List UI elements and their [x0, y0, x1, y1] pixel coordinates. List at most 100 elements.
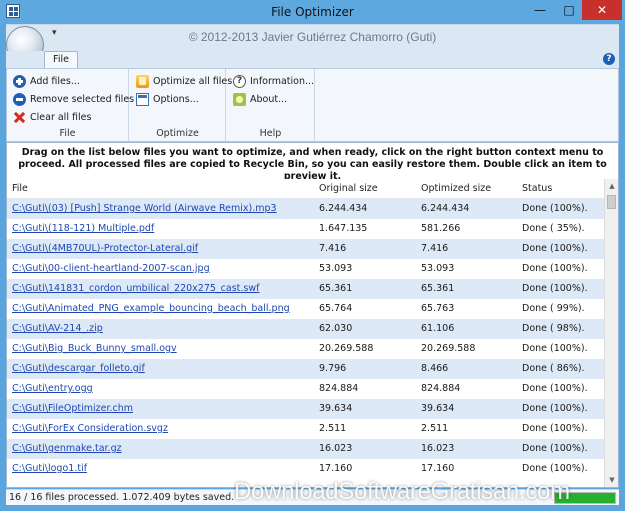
scroll-thumb[interactable] — [607, 195, 616, 209]
table-header: File Original size Optimized size Status — [7, 179, 604, 199]
status-cell: Done ( 86%). — [522, 363, 585, 374]
file-path-link[interactable]: C:\Guti\Animated_PNG_example_bouncing_be… — [12, 303, 290, 314]
optimized-size-cell: 17.160 — [421, 463, 455, 474]
copyright-text: © 2012-2013 Javier Gutiérrez Chamorro (G… — [188, 30, 437, 44]
file-list-panel: Drag on the list below files you want to… — [6, 142, 619, 488]
ribbon-group-file: Add files... Remove selected files Clear… — [7, 69, 134, 141]
close-button[interactable]: ✕ — [582, 0, 622, 20]
about-icon — [233, 92, 246, 106]
file-path-link[interactable]: C:\Guti\ForEx Consideration.svgz — [12, 423, 168, 434]
file-path-link[interactable]: C:\Guti\descargar_folleto.gif — [12, 363, 145, 374]
information-button[interactable]: ? Information... — [233, 73, 314, 89]
about-label: About... — [250, 93, 288, 105]
vertical-scrollbar[interactable]: ▲ ▼ — [604, 179, 618, 487]
status-cell: Done (100%). — [522, 283, 588, 294]
table-row[interactable]: C:\Guti\(118-121) Multiple.pdf 1.647.135 5… — [7, 219, 604, 239]
clear-x-icon — [13, 111, 26, 124]
tab-file[interactable]: File — [44, 51, 78, 68]
status-cell: Done (100%). — [522, 263, 588, 274]
original-size-cell: 39.634 — [319, 403, 353, 414]
minimize-button[interactable]: — — [527, 0, 553, 20]
help-icon[interactable]: ? — [603, 53, 615, 65]
table-row[interactable]: C:\Guti\00-client-heartland-2007-scan.jp… — [7, 259, 604, 279]
file-path-link[interactable]: C:\Guti\Big_Buck_Bunny_small.ogv — [12, 343, 177, 354]
table-row[interactable]: C:\Guti\(03) [Push] Strange World (Airwa… — [7, 199, 604, 219]
column-header-original-size[interactable]: Original size — [319, 183, 378, 194]
table-row[interactable]: C:\Guti\descargar_folleto.gif 9.796 8.466 D… — [7, 359, 604, 379]
original-size-cell: 53.093 — [319, 263, 353, 274]
file-path-link[interactable]: C:\Guti\(4MB70UL)-Protector-Lateral.gif — [12, 243, 198, 254]
status-cell: Done ( 35%). — [522, 223, 585, 234]
optimized-size-cell: 53.093 — [421, 263, 455, 274]
optimize-all-files-button[interactable]: Optimize all files — [136, 73, 232, 89]
ribbon-group-optimize: Optimize all files Options... Optimize — [130, 69, 232, 141]
file-path-link[interactable]: C:\Guti\entry.ogg — [12, 383, 93, 394]
clear-all-files-button[interactable]: Clear all files — [13, 109, 91, 125]
file-path-link[interactable]: C:\Guti\141831_cordon_umbilical_220x275_… — [12, 283, 259, 294]
original-size-cell: 62.030 — [319, 323, 353, 334]
optimized-size-cell: 20.269.588 — [421, 343, 476, 354]
file-path-link[interactable]: C:\Guti\00-client-heartland-2007-scan.jp… — [12, 263, 210, 274]
table-row[interactable]: C:\Guti\FileOptimizer.chm 39.634 39.634 Don… — [7, 399, 604, 419]
file-list[interactable]: C:\Guti\(03) [Push] Strange World (Airwa… — [7, 199, 604, 489]
optimized-size-cell: 2.511 — [421, 423, 449, 434]
ribbon: Add files... Remove selected files Clear… — [6, 68, 619, 142]
scroll-up-arrow-icon[interactable]: ▲ — [605, 179, 619, 193]
column-header-file[interactable]: File — [12, 183, 28, 194]
optimized-size-cell: 65.763 — [421, 303, 455, 314]
status-cell: Done (100%). — [522, 203, 588, 214]
original-size-cell: 65.764 — [319, 303, 353, 314]
status-cell: Done (100%). — [522, 243, 588, 254]
table-row[interactable]: C:\Guti\Animated_PNG_example_bouncing_be… — [7, 299, 604, 319]
optimize-icon — [136, 74, 149, 88]
table-row[interactable]: C:\Guti\141831_cordon_umbilical_220x275_… — [7, 279, 604, 299]
file-path-link[interactable]: C:\Guti\genmake.tar.gz — [12, 443, 122, 454]
status-cell: Done ( 99%). — [522, 303, 585, 314]
add-files-button[interactable]: Add files... — [13, 73, 80, 89]
original-size-cell: 1.647.135 — [319, 223, 368, 234]
quick-access-dropdown-icon[interactable]: ▾ — [52, 28, 57, 38]
optimize-all-label: Optimize all files — [153, 75, 233, 87]
status-cell: Done (100%). — [522, 343, 588, 354]
about-button[interactable]: About... — [233, 91, 287, 107]
question-icon: ? — [233, 74, 246, 88]
remove-selected-files-button[interactable]: Remove selected files — [13, 91, 134, 107]
original-size-cell: 17.160 — [319, 463, 353, 474]
table-row[interactable]: C:\Guti\logo1.tif 17.160 17.160 Done (100%)… — [7, 459, 604, 479]
table-row[interactable]: C:\Guti\Big_Buck_Bunny_small.ogv 20.269.5… — [7, 339, 604, 359]
group-label-file: File — [59, 128, 76, 139]
table-row[interactable]: C:\Guti\ForEx Consideration.svgz 2.511 2.5… — [7, 419, 604, 439]
original-size-cell: 7.416 — [319, 243, 347, 254]
column-header-optimized-size[interactable]: Optimized size — [421, 183, 491, 194]
table-row[interactable]: C:\Guti\entry.ogg 824.884 824.884 Done (100… — [7, 379, 604, 399]
file-path-link[interactable]: C:\Guti\(03) [Push] Strange World (Airwa… — [12, 203, 277, 214]
original-size-cell: 2.511 — [319, 423, 347, 434]
group-label-optimize: Optimize — [156, 128, 199, 139]
options-icon — [136, 92, 149, 106]
status-cell: Done ( 98%). — [522, 323, 585, 334]
original-size-cell: 6.244.434 — [319, 203, 368, 214]
status-cell: Done (100%). — [522, 403, 588, 414]
original-size-cell: 16.023 — [319, 443, 353, 454]
status-cell: Done (100%). — [522, 463, 588, 474]
original-size-cell: 9.796 — [319, 363, 347, 374]
table-row[interactable]: C:\Guti\(4MB70UL)-Protector-Lateral.gif 7… — [7, 239, 604, 259]
file-path-link[interactable]: C:\Guti\logo1.tif — [12, 463, 87, 474]
options-button[interactable]: Options... — [136, 91, 199, 107]
file-path-link[interactable]: C:\Guti\(118-121) Multiple.pdf — [12, 223, 154, 234]
table-row[interactable]: C:\Guti\genmake.tar.gz 16.023 16.023 Done (… — [7, 439, 604, 459]
file-path-link[interactable]: C:\Guti\AV-214_.zip — [12, 323, 103, 334]
add-icon — [13, 74, 26, 88]
maximize-button[interactable]: □ — [556, 0, 582, 20]
remove-icon — [13, 92, 26, 106]
table-row[interactable]: C:\Guti\AV-214_.zip 62.030 61.106 Done ( 98… — [7, 319, 604, 339]
column-header-status[interactable]: Status — [522, 183, 552, 194]
file-path-link[interactable]: C:\Guti\FileOptimizer.chm — [12, 403, 133, 414]
group-label-help: Help — [259, 128, 282, 139]
clear-files-label: Clear all files — [30, 111, 92, 123]
add-files-label: Add files... — [30, 75, 80, 87]
scroll-down-arrow-icon[interactable]: ▼ — [605, 473, 619, 487]
optimized-size-cell: 39.634 — [421, 403, 455, 414]
header-band: © 2012-2013 Javier Gutiérrez Chamorro (G… — [6, 24, 619, 51]
original-size-cell: 20.269.588 — [319, 343, 374, 354]
